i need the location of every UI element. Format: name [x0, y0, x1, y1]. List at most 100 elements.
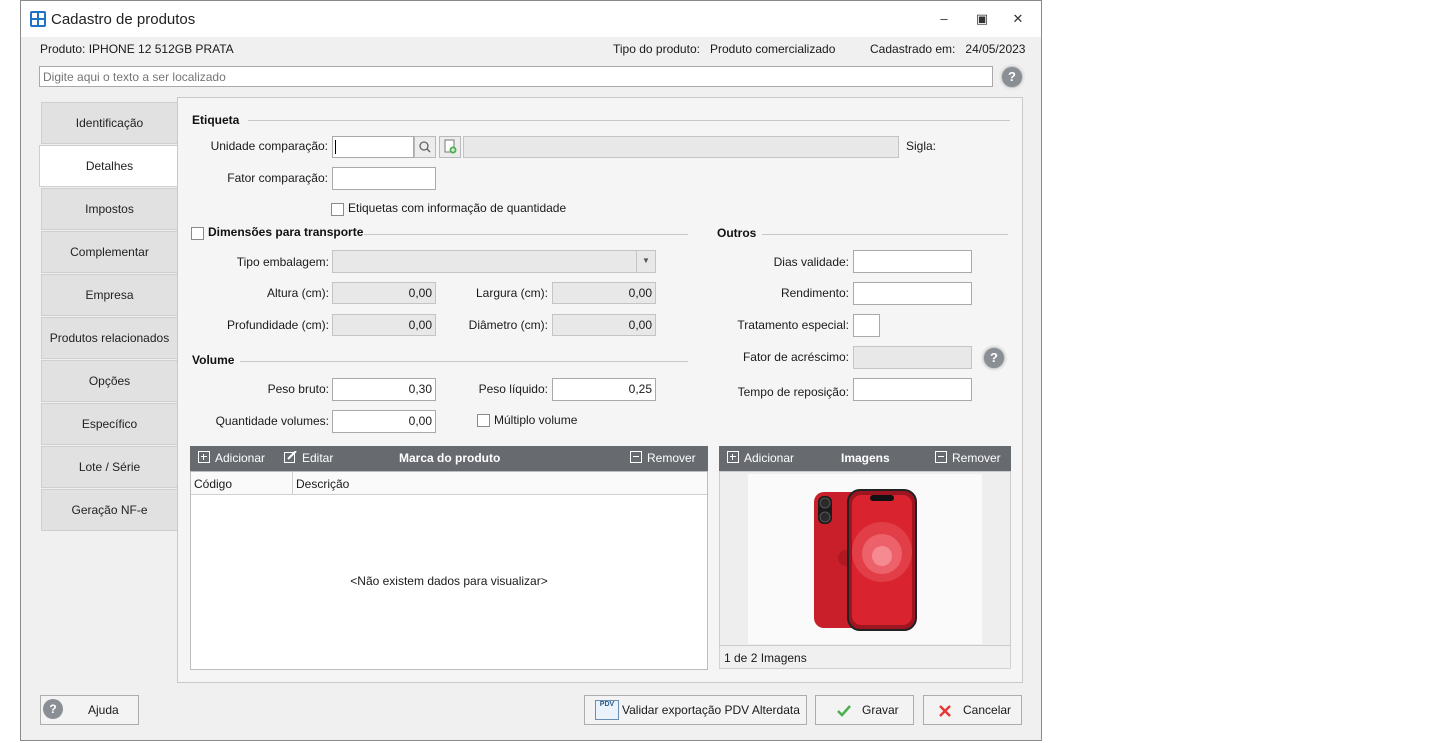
- section-volume: Volume: [192, 353, 235, 367]
- dimensoes-checkbox[interactable]: [191, 227, 204, 240]
- imagens-remove-button[interactable]: Remover: [935, 451, 1001, 465]
- quantidade-volumes-label: Quantidade volumes:: [215, 414, 329, 428]
- largura-field: 0,00: [552, 282, 656, 304]
- etiquetas-quantidade-label: Etiquetas com informação de quantidade: [348, 201, 567, 215]
- multiplo-volume-label: Múltiplo volume: [494, 413, 578, 427]
- empty-message: <Não existem dados para visualizar>: [350, 574, 548, 588]
- image-counter-bar: 1 de 2 Imagens: [719, 646, 1011, 669]
- separator: [364, 234, 688, 235]
- chevron-down-icon[interactable]: ▼: [636, 251, 655, 272]
- search-help-icon[interactable]: ?: [1001, 66, 1023, 88]
- unidade-label: Unidade comparação:: [210, 139, 328, 153]
- separator: [240, 361, 688, 362]
- cancelar-button[interactable]: Cancelar: [923, 695, 1022, 725]
- product-label: Produto: IPHONE 12 512GB PRATA: [40, 42, 234, 56]
- tab-especifico[interactable]: Específico: [41, 403, 178, 445]
- fator-acrescimo-field: [853, 346, 972, 369]
- app-icon: [30, 11, 46, 27]
- imagens-title: Imagens: [841, 451, 890, 465]
- tab-impostos[interactable]: Impostos: [41, 188, 178, 230]
- fator-comparacao-input[interactable]: [332, 167, 436, 190]
- unidade-input[interactable]: [332, 136, 414, 158]
- window-title: Cadastro de produtos: [51, 11, 196, 28]
- check-icon: [837, 705, 851, 717]
- product-type: Tipo do produto: Produto comercializado: [613, 42, 836, 56]
- peso-liquido-input[interactable]: 0,25: [552, 378, 656, 401]
- profundidade-field: 0,00: [332, 314, 436, 336]
- maximize-icon[interactable]: ▣: [973, 11, 991, 27]
- largura-label: Largura (cm):: [475, 286, 548, 300]
- peso-bruto-input[interactable]: 0,30: [332, 378, 436, 401]
- diametro-field: 0,00: [552, 314, 656, 336]
- minus-icon: [630, 451, 642, 463]
- peso-bruto-label: Peso bruto:: [267, 382, 329, 396]
- tab-identificacao[interactable]: Identificação: [41, 102, 178, 144]
- product-image: [748, 474, 982, 644]
- close-x-icon: [939, 705, 951, 717]
- text-cursor: [335, 140, 336, 154]
- separator: [762, 234, 1008, 235]
- column-codigo[interactable]: Código: [194, 477, 232, 491]
- tratamento-especial-input[interactable]: [853, 314, 880, 337]
- edit-icon: [284, 450, 297, 463]
- gravar-button[interactable]: Gravar: [815, 695, 914, 725]
- marca-add-button[interactable]: Adicionar: [198, 451, 265, 465]
- help-button[interactable]: ? Ajuda: [40, 695, 139, 725]
- fator-acrescimo-label: Fator de acréscimo:: [742, 350, 849, 364]
- tempo-reposicao-input[interactable]: [853, 378, 972, 401]
- dias-validade-label: Dias validade:: [773, 255, 849, 269]
- marca-toolbar: Adicionar Editar Marca do produto Remove…: [190, 446, 708, 471]
- search-icon: [419, 141, 431, 153]
- validar-pdv-button[interactable]: PDV Validar exportação PDV Alterdata: [584, 695, 807, 725]
- unidade-add-button[interactable]: [439, 136, 461, 158]
- section-etiqueta: Etiqueta: [192, 113, 240, 127]
- dias-validade-input[interactable]: [853, 250, 972, 273]
- grid-header: Código Descrição: [191, 472, 707, 495]
- tab-complementar[interactable]: Complementar: [41, 231, 178, 273]
- tratamento-especial-label: Tratamento especial:: [737, 318, 849, 332]
- product-name: IPHONE 12 512GB PRATA: [88, 42, 234, 56]
- tab-lote-serie[interactable]: Lote / Série: [41, 446, 178, 488]
- add-document-icon: [444, 139, 457, 154]
- marca-grid[interactable]: Código Descrição <Não existem dados para…: [190, 471, 708, 670]
- etiquetas-quantidade-checkbox[interactable]: [331, 203, 344, 216]
- diametro-label: Diâmetro (cm):: [468, 318, 548, 332]
- minus-icon: [935, 451, 947, 463]
- created-date: Cadastrado em: 24/05/2023: [870, 42, 1026, 56]
- rendimento-label: Rendimento:: [780, 286, 849, 300]
- details-panel: Etiqueta Unidade comparação: Sigla: Fato…: [177, 97, 1023, 683]
- close-icon[interactable]: ✕: [1009, 11, 1027, 27]
- fator-acrescimo-help-icon[interactable]: ?: [983, 347, 1005, 369]
- image-viewer[interactable]: [719, 471, 1011, 646]
- marca-remove-button[interactable]: Remover: [630, 451, 696, 465]
- pdv-icon: PDV: [595, 700, 619, 720]
- plus-icon: [727, 451, 739, 463]
- minimize-icon[interactable]: –: [935, 11, 953, 27]
- help-icon: ?: [43, 699, 63, 719]
- section-dimensoes: Dimensões para transporte: [208, 225, 364, 239]
- image-counter: 1 de 2 Imagens: [724, 651, 807, 665]
- tab-opcoes[interactable]: Opções: [41, 360, 178, 402]
- rendimento-input[interactable]: [853, 282, 972, 305]
- quantidade-volumes-input[interactable]: 0,00: [332, 410, 436, 433]
- profundidade-label: Profundidade (cm):: [226, 318, 329, 332]
- tab-geracao-nfe[interactable]: Geração NF-e: [41, 489, 178, 531]
- tab-produtos-relacionados[interactable]: Produtos relacionados: [41, 317, 178, 359]
- marca-edit-button[interactable]: Editar: [284, 450, 333, 465]
- peso-liquido-label: Peso líquido:: [478, 382, 548, 396]
- marca-grid-title: Marca do produto: [399, 451, 501, 465]
- tipo-embalagem-select[interactable]: ▼: [332, 250, 656, 273]
- altura-label: Altura (cm):: [266, 286, 329, 300]
- unidade-description-field: [463, 136, 899, 158]
- search-input[interactable]: [39, 66, 993, 87]
- tab-empresa[interactable]: Empresa: [41, 274, 178, 316]
- imagens-toolbar: Adicionar Imagens Remover: [719, 446, 1011, 471]
- tab-detalhes[interactable]: Detalhes: [39, 145, 179, 187]
- unidade-search-button[interactable]: [414, 136, 436, 158]
- column-descricao[interactable]: Descrição: [296, 477, 349, 491]
- altura-field: 0,00: [332, 282, 436, 304]
- separator: [248, 120, 1010, 121]
- multiplo-volume-checkbox[interactable]: [477, 414, 490, 427]
- plus-icon: [198, 451, 210, 463]
- imagens-add-button[interactable]: Adicionar: [727, 451, 794, 465]
